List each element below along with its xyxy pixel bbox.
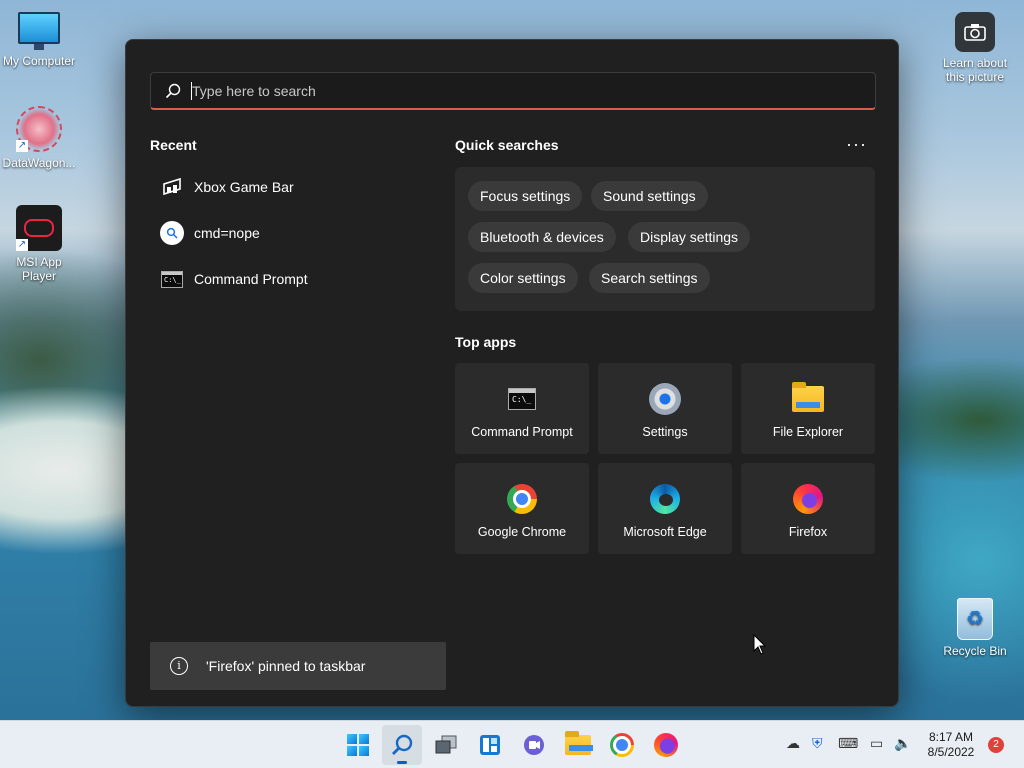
app-tile-file-explorer[interactable]: File Explorer bbox=[741, 363, 875, 454]
chip-display-settings[interactable]: Display settings bbox=[628, 222, 751, 252]
quick-searches-title: Quick searches bbox=[455, 137, 559, 153]
desktop-icon-label: MSI App Player bbox=[16, 255, 62, 283]
chip-bluetooth-devices[interactable]: Bluetooth & devices bbox=[468, 222, 616, 252]
app-tile-command-prompt[interactable]: C:\_ Command Prompt bbox=[455, 363, 589, 454]
gear-icon bbox=[649, 383, 681, 415]
search-icon bbox=[392, 734, 413, 755]
task-view-button[interactable] bbox=[426, 725, 466, 765]
app-tile-firefox[interactable]: Firefox bbox=[741, 463, 875, 554]
chip-focus-settings[interactable]: Focus settings bbox=[468, 181, 583, 211]
desktop-icon-msi-app-player[interactable]: ↗ MSI App Player bbox=[0, 205, 78, 283]
chip-color-settings[interactable]: Color settings bbox=[468, 263, 578, 293]
clock[interactable]: 8:17 AM 8/5/2022 bbox=[918, 730, 984, 760]
desktop-icon-datawagon[interactable]: ↗ DataWagon... bbox=[0, 106, 78, 170]
info-icon: i bbox=[170, 657, 188, 675]
desktop-icon-recycle-bin[interactable]: ♻ Recycle Bin bbox=[936, 598, 1014, 658]
recent-item-cmd-nope[interactable]: cmd=nope bbox=[150, 214, 420, 252]
recent-title: Recent bbox=[150, 137, 197, 153]
recent-item-label: Xbox Game Bar bbox=[194, 179, 294, 195]
widgets-button[interactable] bbox=[470, 725, 510, 765]
folder-icon bbox=[792, 382, 824, 412]
app-tile-google-chrome[interactable]: Google Chrome bbox=[455, 463, 589, 554]
edge-icon bbox=[650, 484, 680, 514]
keyboard-icon[interactable]: ⌨ bbox=[838, 735, 858, 752]
notification-badge[interactable]: 2 bbox=[988, 737, 1004, 753]
task-view-icon bbox=[435, 735, 457, 754]
app-tile-label: Google Chrome bbox=[477, 525, 567, 539]
network-icon[interactable]: ▭ bbox=[870, 735, 883, 752]
quick-searches-panel: Focus settings Sound settings Bluetooth … bbox=[455, 167, 875, 311]
chrome-button[interactable] bbox=[602, 725, 642, 765]
app-tile-label: Command Prompt bbox=[471, 425, 573, 439]
widgets-icon bbox=[480, 735, 500, 755]
search-panel: Recent Xbox Game Bar cmd=nope C:\_ Comma… bbox=[125, 39, 899, 707]
security-warning-icon[interactable]: ⛨ bbox=[812, 735, 823, 752]
chrome-icon bbox=[507, 484, 537, 514]
recent-item-command-prompt[interactable]: C:\_ Command Prompt bbox=[150, 260, 420, 298]
desktop-icon-label: Recycle Bin bbox=[943, 644, 1007, 658]
file-explorer-button[interactable] bbox=[558, 725, 598, 765]
clock-date: 8/5/2022 bbox=[927, 745, 975, 759]
firefox-icon bbox=[793, 484, 823, 514]
firefox-button[interactable] bbox=[646, 725, 686, 765]
search-icon bbox=[160, 221, 184, 245]
app-tile-settings[interactable]: Settings bbox=[598, 363, 732, 454]
desktop-icon-label: My Computer bbox=[2, 54, 76, 68]
desktop-icon-my-computer[interactable]: My Computer bbox=[0, 12, 78, 68]
taskbar-search-button[interactable] bbox=[382, 725, 422, 765]
recent-item-xbox-game-bar[interactable]: Xbox Game Bar bbox=[150, 168, 420, 206]
top-apps-title: Top apps bbox=[455, 334, 517, 350]
onedrive-offline-icon[interactable]: ☁ bbox=[786, 735, 800, 752]
firefox-icon bbox=[654, 733, 678, 757]
chat-icon bbox=[524, 735, 544, 755]
start-button[interactable] bbox=[338, 725, 378, 765]
pinned-toast: i 'Firefox' pinned to taskbar bbox=[150, 642, 446, 690]
taskbar: ☁ ⛨ ⌨ ▭ 🔈 8:17 AM 8/5/2022 2 bbox=[0, 720, 1024, 768]
chrome-icon bbox=[610, 733, 634, 757]
search-input[interactable] bbox=[192, 82, 875, 99]
recycle-bin-icon: ♻ bbox=[957, 598, 993, 640]
app-tile-label: File Explorer bbox=[772, 425, 844, 439]
monitor-icon bbox=[18, 12, 60, 50]
app-tile-microsoft-edge[interactable]: Microsoft Edge bbox=[598, 463, 732, 554]
more-options-button[interactable]: ··· bbox=[846, 134, 867, 155]
search-icon bbox=[165, 83, 181, 98]
command-prompt-icon: C:\_ bbox=[161, 270, 183, 288]
teams-chat-button[interactable] bbox=[514, 725, 554, 765]
xbox-game-bar-icon bbox=[160, 175, 184, 199]
recent-item-label: cmd=nope bbox=[194, 225, 260, 241]
chip-search-settings[interactable]: Search settings bbox=[589, 263, 710, 293]
shortcut-arrow-icon: ↗ bbox=[16, 239, 28, 251]
desktop-icon-label: DataWagon... bbox=[2, 156, 76, 170]
recent-item-label: Command Prompt bbox=[194, 271, 308, 287]
desktop-icon-learn-about-picture[interactable]: Learn about this picture bbox=[936, 12, 1014, 84]
toast-message: 'Firefox' pinned to taskbar bbox=[206, 658, 366, 674]
folder-icon bbox=[565, 731, 593, 755]
mouse-cursor-icon bbox=[753, 634, 767, 655]
chip-sound-settings[interactable]: Sound settings bbox=[591, 181, 708, 211]
app-tile-label: Microsoft Edge bbox=[623, 525, 707, 539]
shortcut-arrow-icon: ↗ bbox=[16, 140, 28, 152]
app-tile-label: Firefox bbox=[788, 525, 828, 539]
search-box[interactable] bbox=[150, 72, 876, 110]
camera-icon bbox=[955, 12, 995, 52]
app-tile-label: Settings bbox=[642, 425, 688, 439]
windows-logo-icon bbox=[347, 734, 369, 756]
volume-icon[interactable]: 🔈 bbox=[894, 735, 911, 752]
desktop-icon-label: Learn about this picture bbox=[942, 56, 1008, 84]
clock-time: 8:17 AM bbox=[928, 730, 974, 744]
command-prompt-icon: C:\_ bbox=[508, 388, 536, 410]
